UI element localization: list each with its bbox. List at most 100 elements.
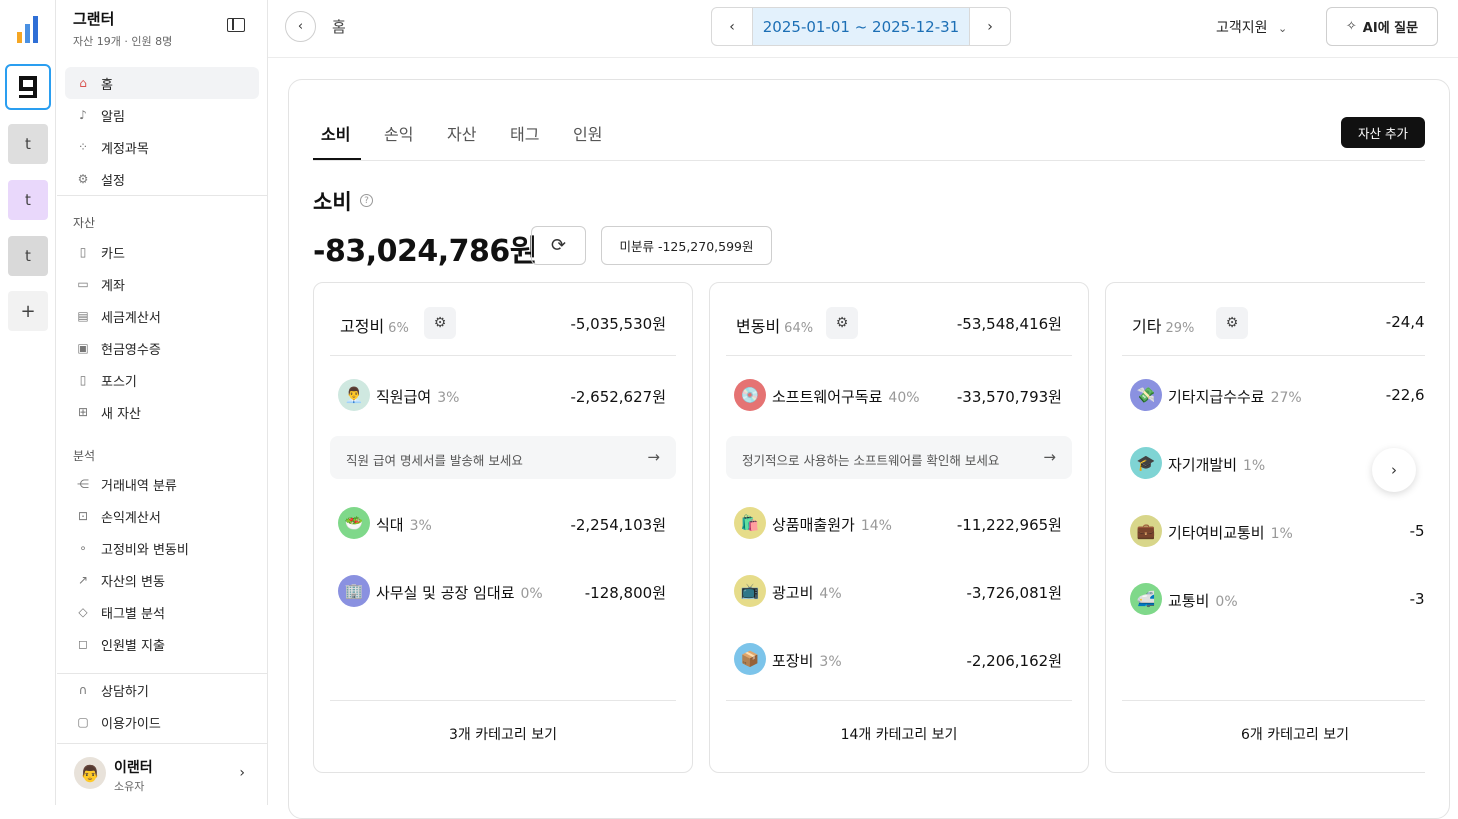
add-workspace-button[interactable]: + [8, 291, 48, 331]
card-title: 변동비 64% [736, 313, 813, 337]
sidebar-item-asset-0[interactable]: ▯ 카드 [65, 236, 259, 268]
sidebar-item-main-1[interactable]: ♪ 알림 [65, 99, 259, 131]
sidebar-item-label: 손익계산서 [101, 510, 161, 526]
tab-tags[interactable]: 태그 [510, 121, 539, 145]
sidebar-item-analysis-3[interactable]: ↗ 자산의 변동 [65, 564, 259, 596]
category-name-text: 소프트웨어구독료 [772, 388, 883, 406]
home-icon: ⌂ [79, 76, 87, 90]
category-row[interactable]: 🛍️ 상품매출원가 14% -11,222,965원 [726, 503, 1072, 543]
next-period-button[interactable]: › [970, 8, 1010, 45]
next-cards-button[interactable]: › [1372, 448, 1416, 492]
back-button[interactable]: ‹ [285, 11, 316, 42]
workspace-granter[interactable] [5, 64, 51, 110]
sidebar-item-analysis-1[interactable]: ⊡ 손익계산서 [65, 500, 259, 532]
sidebar-item-label: 거래내역 분류 [101, 478, 177, 494]
sidebar-item-main-0[interactable]: ⌂ 홈 [65, 67, 259, 99]
tab-spending[interactable]: 소비 [321, 121, 350, 145]
category-icon: 🛍️ [734, 507, 766, 539]
sidebar-item-analysis-4[interactable]: ◇ 태그별 분석 [65, 596, 259, 628]
tab-assets[interactable]: 자산 [447, 121, 476, 145]
prev-period-button[interactable]: ‹ [712, 8, 752, 45]
view-categories-button[interactable]: 3개 카테고리 보기 [330, 724, 676, 744]
sidebar-item-asset-4[interactable]: ▯ 포스기 [65, 364, 259, 396]
category-card: 기타29% ⚙ -24,440,8 💸 기타지급수수료 27% -22,614,3 🎓 자기개발… [1105, 282, 1425, 773]
sidebar-item-asset-2[interactable]: ▤ 세금계산서 [65, 300, 259, 332]
category-amount: -11,222,965원 [956, 516, 1062, 534]
help-icon[interactable]: ? [360, 194, 373, 207]
ask-ai-button[interactable]: ✧ AI에 질문 [1326, 7, 1438, 46]
top-bar: ‹ 홈 ‹ 2025-01-01 ~ 2025-12-31 › 고객지원 ⌄ ✧… [268, 0, 1458, 58]
category-row[interactable]: 📺 광고비 4% -3,726,081원 [726, 571, 1072, 611]
support-dropdown[interactable]: 고객지원 ⌄ [1216, 17, 1287, 37]
sidebar-item-bottom-0[interactable]: ∩ 상담하기 [65, 674, 259, 706]
category-row[interactable]: 🥗 식대 3% -2,254,103원 [330, 503, 676, 543]
category-amount: -22,614,3 [1385, 386, 1425, 404]
divider [57, 743, 268, 744]
category-percent: 0% [1215, 594, 1238, 610]
view-categories-button[interactable]: 6개 카테고리 보기 [1122, 724, 1425, 744]
sidebar-item-main-3[interactable]: ⚙ 설정 [65, 163, 259, 195]
card-title: 고정비 6% [340, 313, 409, 337]
category-row[interactable]: 💼 기타여비교통비 1% -555,7 [1122, 511, 1425, 551]
sidebar-toggle-icon[interactable] [227, 18, 245, 32]
category-amount: -33,570,793원 [956, 388, 1062, 406]
tip-banner[interactable]: 정기적으로 사용하는 소프트웨어를 확인해 보세요 → [726, 436, 1072, 479]
card-settings-button[interactable]: ⚙ [424, 307, 456, 339]
category-amount: -2,206,162원 [966, 652, 1062, 670]
chevron-right-icon: › [239, 765, 245, 781]
sidebar-item-asset-5[interactable]: ⊞ 새 자산 [65, 396, 259, 428]
sidebar-item-main-2[interactable]: ⁘ 계정과목 [65, 131, 259, 163]
category-card: 고정비 6% ⚙ -5,035,530원 👨‍💼 직원급여 3% -2,652,627원 🥗 식대… [313, 282, 693, 773]
category-row[interactable]: 👨‍💼 직원급여 3% -2,652,627원 [330, 375, 676, 415]
category-percent: 3% [819, 654, 842, 670]
workspace-item[interactable]: t [8, 180, 48, 220]
workspace-rail: ttt + [0, 0, 56, 805]
category-name: 교통비 0% [1168, 590, 1238, 611]
sidebar-item-analysis-0[interactable]: ⋲ 거래내역 분류 [65, 468, 259, 500]
category-name-text: 기타지급수수료 [1168, 388, 1265, 406]
gear-icon: ⚙ [433, 315, 447, 331]
category-amount: -2,652,627원 [570, 388, 666, 406]
sidebar-item-label: 계좌 [101, 278, 125, 294]
divider [726, 700, 1072, 701]
person-icon: ◻ [78, 637, 88, 651]
sidebar-item-asset-1[interactable]: ▭ 계좌 [65, 268, 259, 300]
sidebar-item-asset-3[interactable]: ▣ 현금영수증 [65, 332, 259, 364]
company-name: 그랜터 [73, 10, 115, 28]
sidebar-item-bottom-1[interactable]: ▢ 이용가이드 [65, 706, 259, 738]
date-range-value[interactable]: 2025-01-01 ~ 2025-12-31 [752, 8, 970, 45]
refresh-icon: ⟳ [550, 235, 567, 256]
tag-icon: ◇ [78, 605, 88, 619]
sidebar-item-analysis-2[interactable]: ∘ 고정비와 변동비 [65, 532, 259, 564]
card-settings-button[interactable]: ⚙ [1216, 307, 1248, 339]
category-percent: 3% [437, 390, 460, 406]
sidebar-item-analysis-5[interactable]: ◻ 인원별 지출 [65, 628, 259, 660]
fixed-variable-icon: ∘ [79, 541, 87, 555]
category-name: 자기개발비 1% [1168, 454, 1265, 475]
category-row[interactable]: 📦 포장비 3% -2,206,162원 [726, 639, 1072, 679]
tab-people[interactable]: 인원 [573, 121, 602, 145]
refresh-button[interactable]: ⟳ [531, 226, 586, 265]
workspace-item[interactable]: t [8, 236, 48, 276]
company-header: 그랜터 자산 19개 · 인원 8명 [73, 8, 172, 49]
category-icon: 🥗 [338, 507, 370, 539]
category-row[interactable]: 💸 기타지급수수료 27% -22,614,3 [1122, 375, 1425, 415]
card-header: 고정비 6% ⚙ -5,035,530원 [330, 305, 676, 339]
workspace-item[interactable]: t [8, 124, 48, 164]
chevron-left-icon: ‹ [297, 19, 304, 34]
category-name-text: 사무실 및 공장 임대료 [376, 584, 515, 602]
category-row[interactable]: 🚅 교통비 0% -360,1 [1122, 579, 1425, 619]
unclassified-button[interactable]: 미분류 -125,270,599원 [601, 226, 772, 265]
tip-banner[interactable]: 직원 급여 명세서를 발송해 보세요 → [330, 436, 676, 479]
card-settings-button[interactable]: ⚙ [826, 307, 858, 339]
chevron-left-icon: ‹ [729, 18, 735, 35]
divider [57, 195, 268, 196]
add-asset-button[interactable]: 자산 추가 [1341, 117, 1425, 148]
user-profile[interactable]: 👨 이랜터 소유자 › [74, 757, 259, 793]
tab-profit-loss[interactable]: 손익 [384, 121, 413, 145]
view-categories-button[interactable]: 14개 카테고리 보기 [726, 724, 1072, 744]
app-logo[interactable] [8, 10, 48, 50]
category-icon: 💸 [1130, 379, 1162, 411]
category-row[interactable]: 💿 소프트웨어구독료 40% -33,570,793원 [726, 375, 1072, 415]
category-row[interactable]: 🏢 사무실 및 공장 임대료 0% -128,800원 [330, 571, 676, 611]
